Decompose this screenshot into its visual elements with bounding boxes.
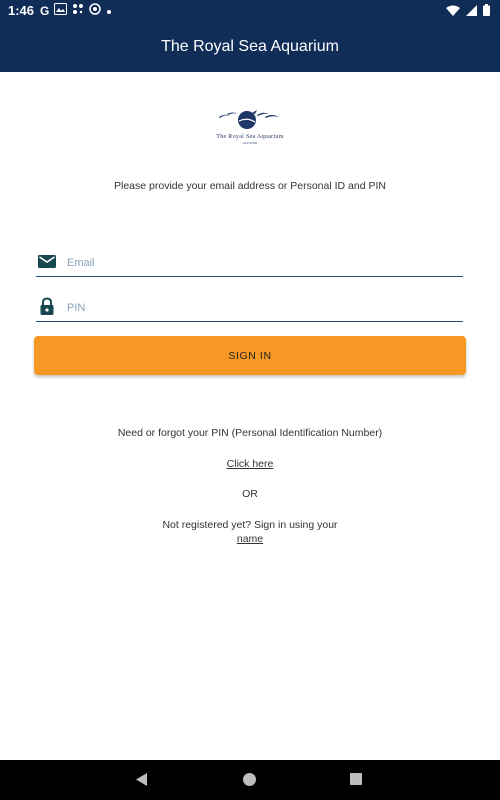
notification-icons: G — [40, 3, 112, 18]
email-input[interactable] — [65, 250, 459, 276]
logo-subtitle: ALESUND — [243, 141, 257, 145]
lock-icon — [40, 297, 54, 315]
forgot-pin-text: Need or forgot your PIN (Personal Identi… — [117, 427, 383, 439]
dots-icon — [72, 3, 84, 18]
sign-in-button[interactable]: SIGN IN — [34, 336, 466, 375]
aquarium-logo: The Royal Sea Aquarium ALESUND — [205, 108, 295, 150]
home-icon[interactable] — [243, 773, 256, 786]
app-title: The Royal Sea Aquarium — [161, 38, 339, 55]
click-here-row: Click here — [0, 458, 500, 470]
or-separator: OR — [242, 488, 258, 500]
logo-emblem-icon — [219, 110, 279, 129]
name-link-row: name — [0, 533, 500, 545]
dot-icon — [106, 4, 112, 18]
g-icon: G — [40, 3, 50, 18]
email-field — [36, 250, 463, 277]
back-icon[interactable] — [136, 773, 148, 786]
system-icons — [446, 4, 490, 19]
click-here-link[interactable]: Click here — [227, 458, 274, 470]
not-registered-text: Not registered yet? Sign in using your — [162, 519, 338, 531]
logo-wordmark: The Royal Sea Aquarium — [216, 134, 284, 140]
email-icon — [38, 255, 56, 268]
navigation-bar — [0, 760, 500, 800]
pin-input[interactable] — [65, 295, 459, 321]
wifi-icon — [446, 4, 460, 19]
recents-icon[interactable] — [350, 773, 362, 785]
status-time: 1:46 — [8, 3, 35, 18]
status-bar: 1:46 G — [0, 0, 500, 22]
battery-icon — [483, 4, 490, 19]
signal-icon — [466, 4, 477, 19]
photo-icon — [54, 3, 68, 18]
name-link[interactable]: name — [237, 533, 263, 545]
blocked-icon — [89, 3, 102, 18]
pin-field — [36, 295, 463, 322]
app-bar: The Royal Sea Aquarium — [0, 22, 500, 72]
login-instructions: Please provide your email address or Per… — [114, 180, 386, 192]
